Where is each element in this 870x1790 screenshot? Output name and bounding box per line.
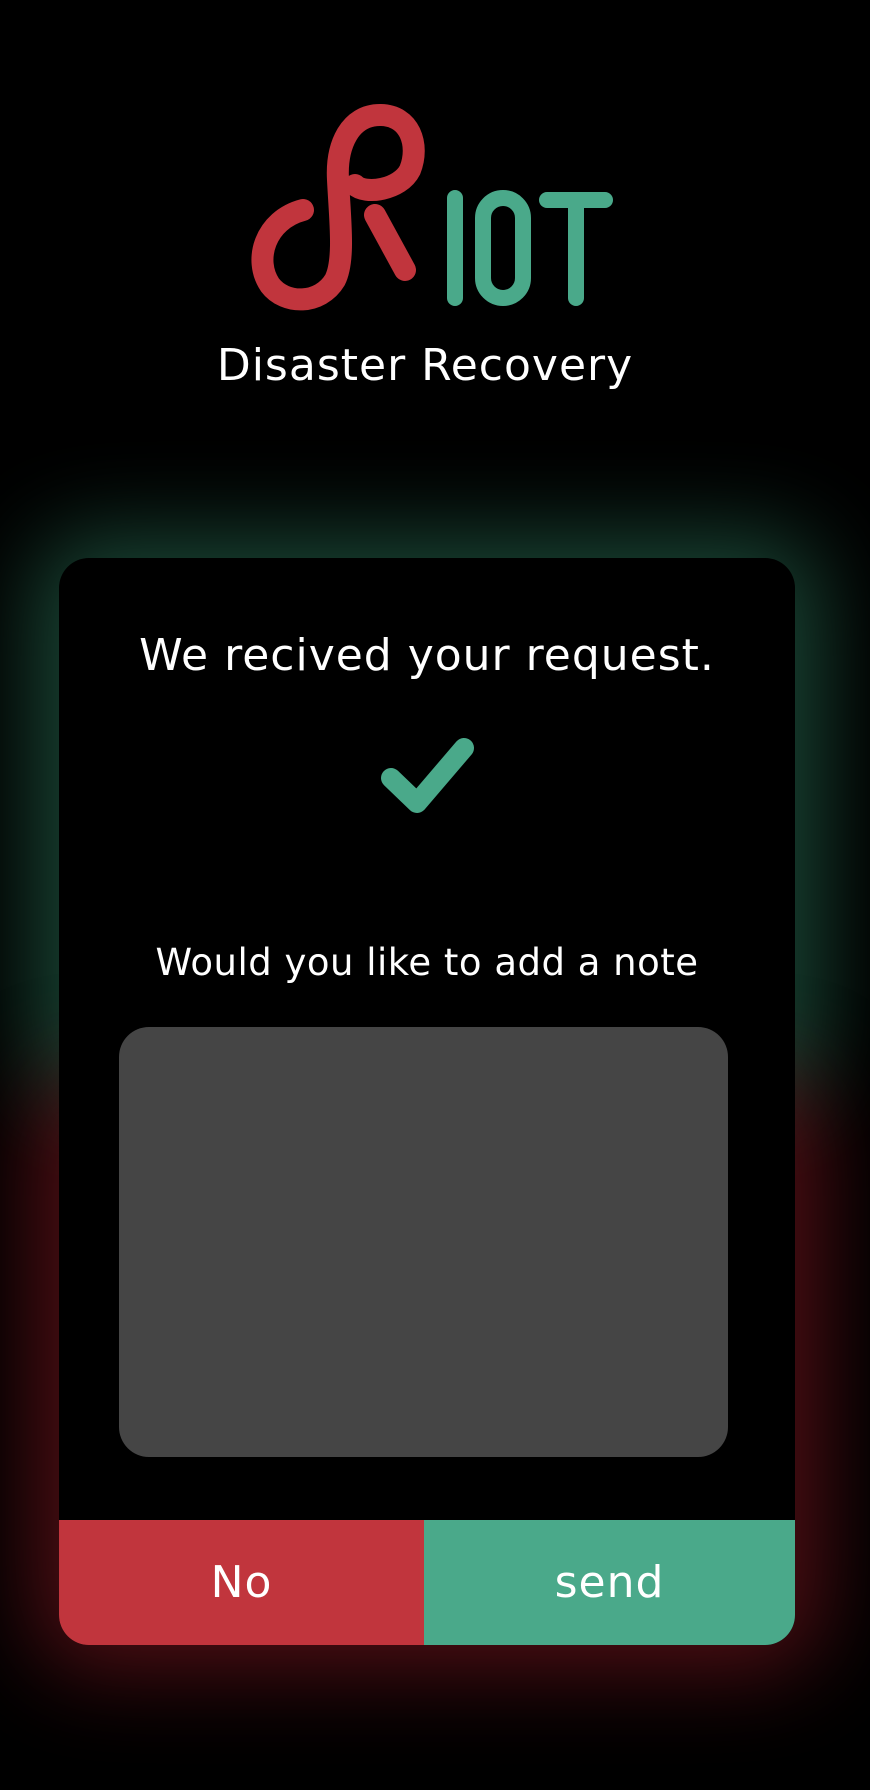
no-button[interactable]: No — [59, 1520, 424, 1645]
riot-logo — [251, 104, 613, 311]
checkmark-icon — [381, 738, 474, 813]
note-label: Would you like to add a note — [155, 941, 699, 984]
note-textarea[interactable] — [119, 1027, 728, 1457]
confirmation-card: We recived your request. Would you like … — [59, 558, 795, 1645]
send-button[interactable]: send — [424, 1520, 795, 1645]
app-subtitle: Disaster Recovery — [216, 340, 634, 391]
confirmation-headline: We recived your request. — [139, 630, 715, 681]
